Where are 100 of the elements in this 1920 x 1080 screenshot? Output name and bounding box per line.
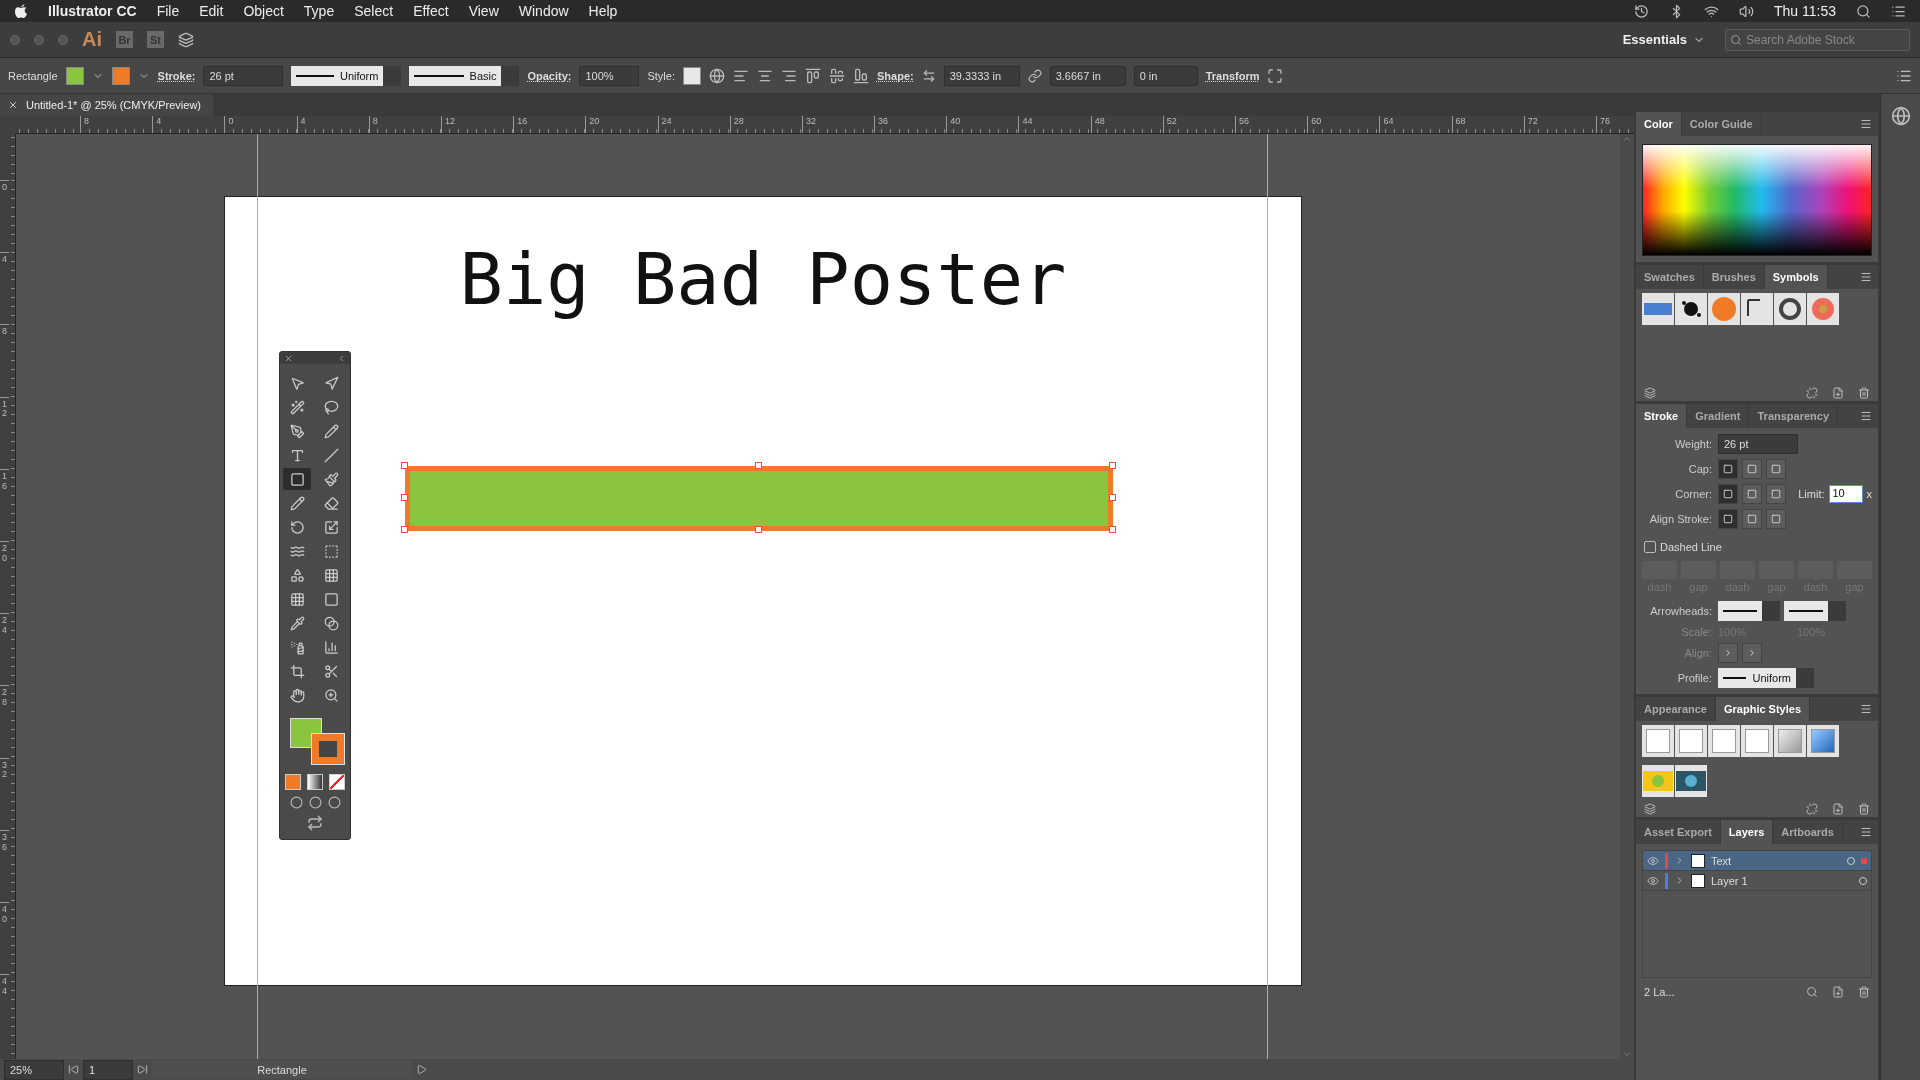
skip-forward-icon[interactable] [137, 1064, 148, 1075]
opacity-field[interactable]: 100% [579, 65, 640, 86]
zoom-field[interactable]: 25% [4, 1059, 64, 1080]
layer-row[interactable]: Layer 1 [1643, 871, 1871, 891]
menu-item[interactable]: Edit [199, 3, 224, 19]
menu-item[interactable]: Help [588, 3, 618, 19]
unlink-icon[interactable] [1806, 387, 1818, 399]
menu-item[interactable]: Window [518, 3, 569, 19]
selection-handle[interactable] [401, 494, 408, 501]
arrowhead-dropdown[interactable] [1784, 601, 1846, 621]
color-spectrum[interactable] [1642, 144, 1872, 256]
menu-item[interactable]: Effect [413, 3, 449, 19]
panel-tab[interactable]: Symbols [1764, 265, 1828, 289]
shape-label[interactable]: Shape: [877, 69, 914, 82]
corner-button[interactable] [1718, 484, 1738, 504]
style-thumbnail[interactable] [1642, 725, 1674, 757]
workspace-switcher[interactable]: Essentials [1616, 31, 1711, 48]
profile-dropdown[interactable]: Uniform [1718, 668, 1814, 688]
gradient-mode-button[interactable] [307, 774, 323, 790]
search-icon[interactable] [1856, 3, 1871, 19]
panel-tab[interactable]: Layers [1720, 820, 1774, 844]
symbol-thumbnail[interactable] [1741, 293, 1773, 325]
panel-tab[interactable]: Graphic Styles [1716, 697, 1811, 721]
search-field[interactable]: Search Adobe Stock [1725, 28, 1910, 51]
maximize-icon[interactable] [1267, 67, 1284, 84]
selection-handle[interactable] [755, 526, 762, 533]
align-stroke-button[interactable] [1766, 509, 1786, 529]
menu-item[interactable]: Type [303, 3, 335, 19]
corner-button[interactable] [1766, 484, 1786, 504]
history-icon[interactable] [1634, 3, 1649, 19]
cap-button[interactable] [1766, 459, 1786, 479]
weight-field[interactable]: 26 pt [1718, 434, 1798, 454]
symbol-thumbnail[interactable] [1807, 293, 1839, 325]
clock[interactable]: Thu 11:53 [1774, 3, 1836, 19]
skip-back-icon[interactable] [68, 1064, 79, 1075]
trash-icon[interactable] [1858, 986, 1870, 998]
trash-icon[interactable] [1858, 803, 1870, 815]
screen-mode-icon[interactable] [307, 815, 323, 831]
none-mode-button[interactable] [329, 774, 345, 790]
wifi-icon[interactable] [1704, 3, 1719, 19]
selection-handle[interactable] [755, 462, 762, 469]
menu-item[interactable]: Object [243, 3, 284, 19]
cap-button[interactable] [1742, 459, 1762, 479]
brush-dropdown[interactable]: Basic [409, 65, 520, 86]
play-icon[interactable] [416, 1064, 427, 1075]
new-icon[interactable] [1832, 803, 1844, 815]
menu-item[interactable]: Select [354, 3, 394, 19]
style-thumbnail[interactable] [1708, 725, 1740, 757]
stroke-label[interactable]: Stroke: [157, 69, 196, 82]
selection-handle[interactable] [1109, 526, 1116, 533]
align-bottom-icon[interactable] [853, 67, 869, 84]
selection-handle[interactable] [1109, 462, 1116, 469]
artboard-field[interactable]: 1 [83, 1059, 133, 1080]
close-icon[interactable] [284, 353, 293, 363]
height-field[interactable]: 3.6667 in [1049, 65, 1126, 86]
opacity-label[interactable]: Opacity: [527, 69, 572, 82]
transform-link[interactable]: Transform [1205, 69, 1260, 82]
eye-icon[interactable] [1647, 854, 1659, 867]
trash-icon[interactable] [1858, 387, 1870, 399]
profile-dropdown[interactable]: Uniform [291, 65, 402, 86]
arrowhead-dropdown[interactable] [1718, 601, 1780, 621]
menu-item[interactable]: View [468, 3, 499, 19]
selection-handle[interactable] [401, 526, 408, 533]
draw-mode-icon[interactable] [289, 796, 303, 809]
corner-button[interactable] [1742, 484, 1762, 504]
volume-icon[interactable] [1739, 3, 1754, 19]
align-middle-icon[interactable] [829, 67, 845, 84]
symbol-thumbnail[interactable] [1774, 293, 1806, 325]
fill-swatch[interactable] [65, 66, 84, 85]
color-mode-button[interactable] [285, 774, 301, 790]
style-thumbnail[interactable] [1642, 765, 1674, 797]
selection-handle[interactable] [401, 462, 408, 469]
selection-handle[interactable] [1109, 494, 1116, 501]
new-icon[interactable] [1832, 387, 1844, 399]
panel-tab[interactable]: Color [1636, 112, 1682, 136]
symbol-thumbnail[interactable] [1642, 293, 1674, 325]
style-thumbnail[interactable] [1741, 725, 1773, 757]
search-icon[interactable] [1806, 986, 1818, 998]
globe-icon[interactable] [709, 67, 725, 84]
stroke-swatch[interactable] [312, 734, 344, 764]
collapse-icon[interactable] [337, 353, 346, 363]
unlink-icon[interactable] [1806, 803, 1818, 815]
cap-button[interactable] [1718, 459, 1738, 479]
align-stroke-button[interactable] [1718, 509, 1738, 529]
style-thumbnail[interactable] [1807, 725, 1839, 757]
list-icon[interactable] [1891, 3, 1906, 19]
align-stroke-button[interactable] [1742, 509, 1762, 529]
limit-field[interactable]: 10 [1828, 485, 1863, 503]
stroke-weight-field[interactable]: 26 pt [203, 65, 284, 86]
style-thumbnail[interactable] [1675, 765, 1707, 797]
document-tab[interactable]: Untitled-1* @ 25% (CMYK/Preview) [0, 94, 213, 116]
width-field[interactable]: 39.3333 in [943, 65, 1020, 86]
panel-tab[interactable]: Stroke [1636, 404, 1688, 428]
corner-field[interactable]: 0 in [1133, 65, 1198, 86]
draw-mode-icon[interactable] [308, 796, 322, 809]
style-swatch[interactable] [683, 66, 701, 85]
symbol-thumbnail[interactable] [1708, 293, 1740, 325]
draw-mode-icon[interactable] [327, 796, 341, 809]
app-menu[interactable]: Illustrator CC [48, 3, 137, 19]
style-thumbnail[interactable] [1774, 725, 1806, 757]
